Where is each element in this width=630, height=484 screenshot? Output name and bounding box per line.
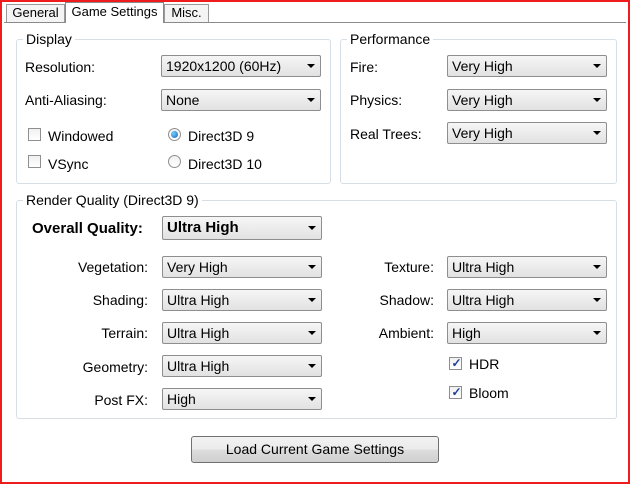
display-group-title: Display	[23, 31, 75, 47]
vegetation-label: Vegetation:	[77, 259, 148, 275]
radio-selected-dot	[171, 131, 178, 138]
fire-value: Very High	[452, 58, 513, 74]
terrain-select[interactable]: Ultra High	[162, 322, 322, 344]
physics-label: Physics:	[350, 92, 403, 108]
windowed-label: Windowed	[48, 128, 114, 144]
geometry-label: Geometry:	[82, 359, 148, 375]
chevron-down-icon	[307, 64, 315, 68]
ambient-select[interactable]: High	[447, 322, 607, 344]
shading-value: Ultra High	[167, 292, 230, 308]
realtrees-value: Very High	[452, 125, 513, 141]
chevron-down-icon	[308, 226, 316, 230]
chevron-down-icon	[308, 364, 316, 368]
resolution-value: 1920x1200 (60Hz)	[166, 58, 282, 74]
direct3d10-label: Direct3D 10	[188, 156, 262, 172]
texture-label: Texture:	[384, 259, 434, 275]
vegetation-select[interactable]: Very High	[162, 256, 322, 278]
vegetation-value: Very High	[167, 259, 228, 275]
physics-value: Very High	[452, 92, 513, 108]
antialiasing-select[interactable]: None	[161, 89, 321, 111]
chevron-down-icon	[307, 98, 315, 102]
chevron-down-icon	[308, 298, 316, 302]
vsync-label: VSync	[48, 156, 89, 172]
check-icon: ✓	[451, 356, 462, 370]
chevron-down-icon	[308, 265, 316, 269]
shading-select[interactable]: Ultra High	[162, 289, 322, 311]
render-quality-group-title: Render Quality (Direct3D 9)	[23, 192, 202, 208]
shading-label: Shading:	[92, 292, 148, 308]
direct3d10-radio[interactable]	[168, 155, 181, 168]
settings-window: General Game Settings Misc. Display Reso…	[0, 0, 630, 484]
geometry-value: Ultra High	[167, 358, 230, 374]
terrain-label: Terrain:	[101, 325, 148, 341]
direct3d9-radio[interactable]	[168, 128, 181, 141]
ambient-value: High	[452, 325, 481, 341]
shadow-value: Ultra High	[452, 292, 515, 308]
postfx-value: High	[167, 391, 196, 407]
texture-select[interactable]: Ultra High	[447, 256, 607, 278]
tab-game-settings-label: Game Settings	[71, 4, 158, 19]
chevron-down-icon	[593, 98, 601, 102]
tab-misc[interactable]: Misc.	[164, 4, 209, 22]
overall-quality-select[interactable]: Ultra High	[162, 216, 322, 240]
chevron-down-icon	[593, 298, 601, 302]
resolution-select[interactable]: 1920x1200 (60Hz)	[161, 55, 321, 77]
chevron-down-icon	[308, 331, 316, 335]
chevron-down-icon	[593, 131, 601, 135]
chevron-down-icon	[593, 64, 601, 68]
vsync-checkbox[interactable]	[28, 155, 41, 168]
tab-misc-label: Misc.	[171, 5, 202, 20]
texture-value: Ultra High	[452, 259, 515, 275]
antialiasing-value: None	[166, 92, 200, 108]
tab-general[interactable]: General	[6, 4, 65, 22]
load-button-label: Load Current Game Settings	[225, 441, 405, 457]
antialiasing-label: Anti-Aliasing:	[25, 92, 107, 108]
performance-group-title: Performance	[347, 31, 434, 47]
fire-label: Fire:	[350, 59, 378, 75]
ambient-label: Ambient:	[378, 325, 434, 341]
chevron-down-icon	[308, 397, 316, 401]
hdr-label: HDR	[469, 356, 500, 372]
postfx-label: Post FX:	[94, 392, 148, 408]
direct3d9-label: Direct3D 9	[188, 128, 255, 144]
terrain-value: Ultra High	[167, 325, 230, 341]
overall-quality-label: Overall Quality:	[32, 220, 143, 237]
shadow-select[interactable]: Ultra High	[447, 289, 607, 311]
check-icon: ✓	[451, 385, 462, 399]
geometry-select[interactable]: Ultra High	[162, 355, 322, 377]
fire-select[interactable]: Very High	[447, 55, 607, 77]
realtrees-select[interactable]: Very High	[447, 122, 607, 144]
hdr-checkbox[interactable]: ✓	[449, 356, 462, 370]
postfx-select[interactable]: High	[162, 388, 322, 410]
windowed-checkbox[interactable]	[28, 128, 41, 141]
physics-select[interactable]: Very High	[447, 89, 607, 111]
shadow-label: Shadow:	[379, 292, 434, 308]
resolution-label: Resolution:	[25, 59, 96, 75]
tab-game-settings[interactable]: Game Settings	[65, 2, 164, 23]
load-current-game-settings-button[interactable]: Load Current Game Settings	[191, 436, 439, 463]
chevron-down-icon	[593, 331, 601, 335]
overall-quality-value: Ultra High	[167, 219, 239, 236]
realtrees-label: Real Trees:	[350, 126, 422, 142]
bloom-checkbox[interactable]: ✓	[449, 385, 462, 399]
tab-general-label: General	[12, 5, 59, 20]
bloom-label: Bloom	[469, 385, 509, 401]
chevron-down-icon	[593, 265, 601, 269]
